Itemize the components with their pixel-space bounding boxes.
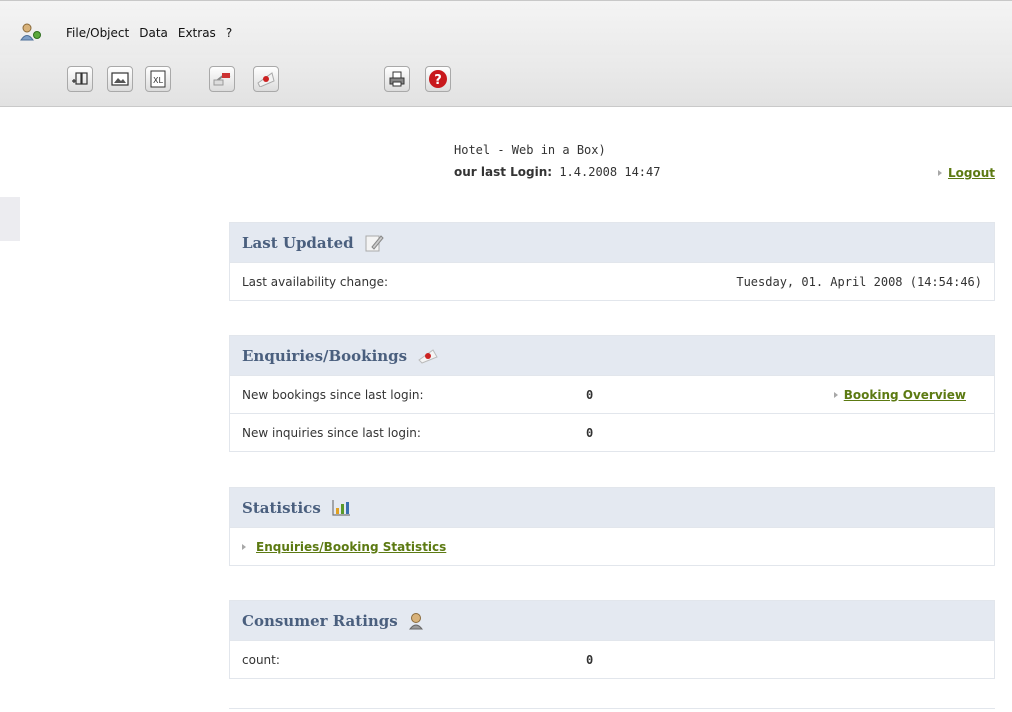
- menu-extras[interactable]: Extras: [178, 26, 216, 40]
- toolbar: XL ?: [0, 55, 1012, 107]
- left-sidebar-stub: [0, 197, 20, 241]
- last-login-value: 1.4.2008 14:47: [552, 165, 661, 179]
- availability-label: Last availability change:: [242, 274, 389, 289]
- print-icon: [388, 71, 406, 87]
- transfer-icon: [212, 71, 232, 87]
- menu-items: File/Object Data Extras ?: [66, 26, 232, 40]
- add-object-button[interactable]: [67, 66, 93, 92]
- panel-title: Statistics: [242, 498, 321, 517]
- ratings-count-value: 0: [586, 652, 594, 667]
- arrow-right-icon: [937, 170, 942, 176]
- bar-chart-icon: [331, 499, 351, 517]
- booking-overview-wrap: Booking Overview: [833, 388, 966, 402]
- next-panel-edge: [229, 708, 995, 712]
- help-icon: ?: [428, 69, 448, 89]
- hotel-name: Hotel - Web in a Box): [454, 143, 606, 157]
- transfer-button[interactable]: [209, 66, 235, 92]
- last-login-label: our last Login:: [454, 165, 553, 179]
- edit-icon: [364, 233, 384, 253]
- arrow-right-icon: [242, 543, 246, 550]
- enquiries-panel: Enquiries/Bookings New bookings since la…: [229, 335, 995, 452]
- image-icon: [111, 72, 129, 86]
- menu-file-object[interactable]: File/Object: [66, 26, 129, 40]
- ratings-row: count: 0: [230, 640, 994, 678]
- statistics-link[interactable]: Enquiries/Booking Statistics: [256, 540, 446, 554]
- arrow-right-icon: [833, 391, 838, 398]
- panel-header: Last Updated: [230, 223, 994, 262]
- person-icon: [408, 612, 424, 630]
- panel-header: Consumer Ratings: [230, 601, 994, 640]
- ratings-count-label: count:: [242, 652, 280, 667]
- menu-data[interactable]: Data: [139, 26, 168, 40]
- last-login: our last Login: 1.4.2008 14:47: [454, 165, 660, 179]
- new-inquiries-label: New inquiries since last login:: [242, 425, 421, 440]
- ratings-panel: Consumer Ratings count: 0: [229, 600, 995, 679]
- menu-bar: File/Object Data Extras ?: [0, 0, 1012, 55]
- menu-help[interactable]: ?: [226, 26, 232, 40]
- panel-title: Consumer Ratings: [242, 611, 398, 630]
- booking-overview-link[interactable]: Booking Overview: [844, 388, 966, 402]
- excel-export-button[interactable]: XL: [145, 66, 171, 92]
- new-bookings-value: 0: [586, 387, 594, 402]
- table-row: New inquiries since last login: 0: [230, 413, 994, 451]
- stamp-icon: [417, 348, 439, 364]
- new-inquiries-value: 0: [586, 425, 594, 440]
- table-row: New bookings since last login: 0 Booking…: [230, 375, 994, 413]
- svg-text:?: ?: [434, 73, 442, 88]
- panel-title: Last Updated: [242, 233, 354, 252]
- availability-value: Tuesday, 01. April 2008 (14:54:46): [736, 274, 982, 289]
- image-button[interactable]: [107, 66, 133, 92]
- last-updated-panel: Last Updated Last availability change: T…: [229, 222, 995, 301]
- statistics-link-wrap: Enquiries/Booking Statistics: [242, 540, 446, 554]
- help-button[interactable]: ?: [425, 66, 451, 92]
- print-button[interactable]: [384, 66, 410, 92]
- logout-link-wrap: Logout: [937, 166, 995, 180]
- new-bookings-label: New bookings since last login:: [242, 387, 424, 402]
- panel-header: Statistics: [230, 488, 994, 527]
- statistics-row: Enquiries/Booking Statistics: [230, 527, 994, 565]
- app-user-icon: [20, 23, 42, 41]
- availability-row: Last availability change: Tuesday, 01. A…: [230, 262, 994, 300]
- panel-header: Enquiries/Bookings: [230, 336, 994, 375]
- stamp-icon: [256, 71, 276, 87]
- stamp-button[interactable]: [253, 66, 279, 92]
- logout-link[interactable]: Logout: [948, 166, 995, 180]
- svg-text:XL: XL: [153, 76, 163, 85]
- add-object-icon: [71, 71, 89, 87]
- statistics-panel: Statistics Enquiries/Booking Statistics: [229, 487, 995, 566]
- panel-title: Enquiries/Bookings: [242, 346, 408, 365]
- excel-export-icon: XL: [149, 70, 167, 88]
